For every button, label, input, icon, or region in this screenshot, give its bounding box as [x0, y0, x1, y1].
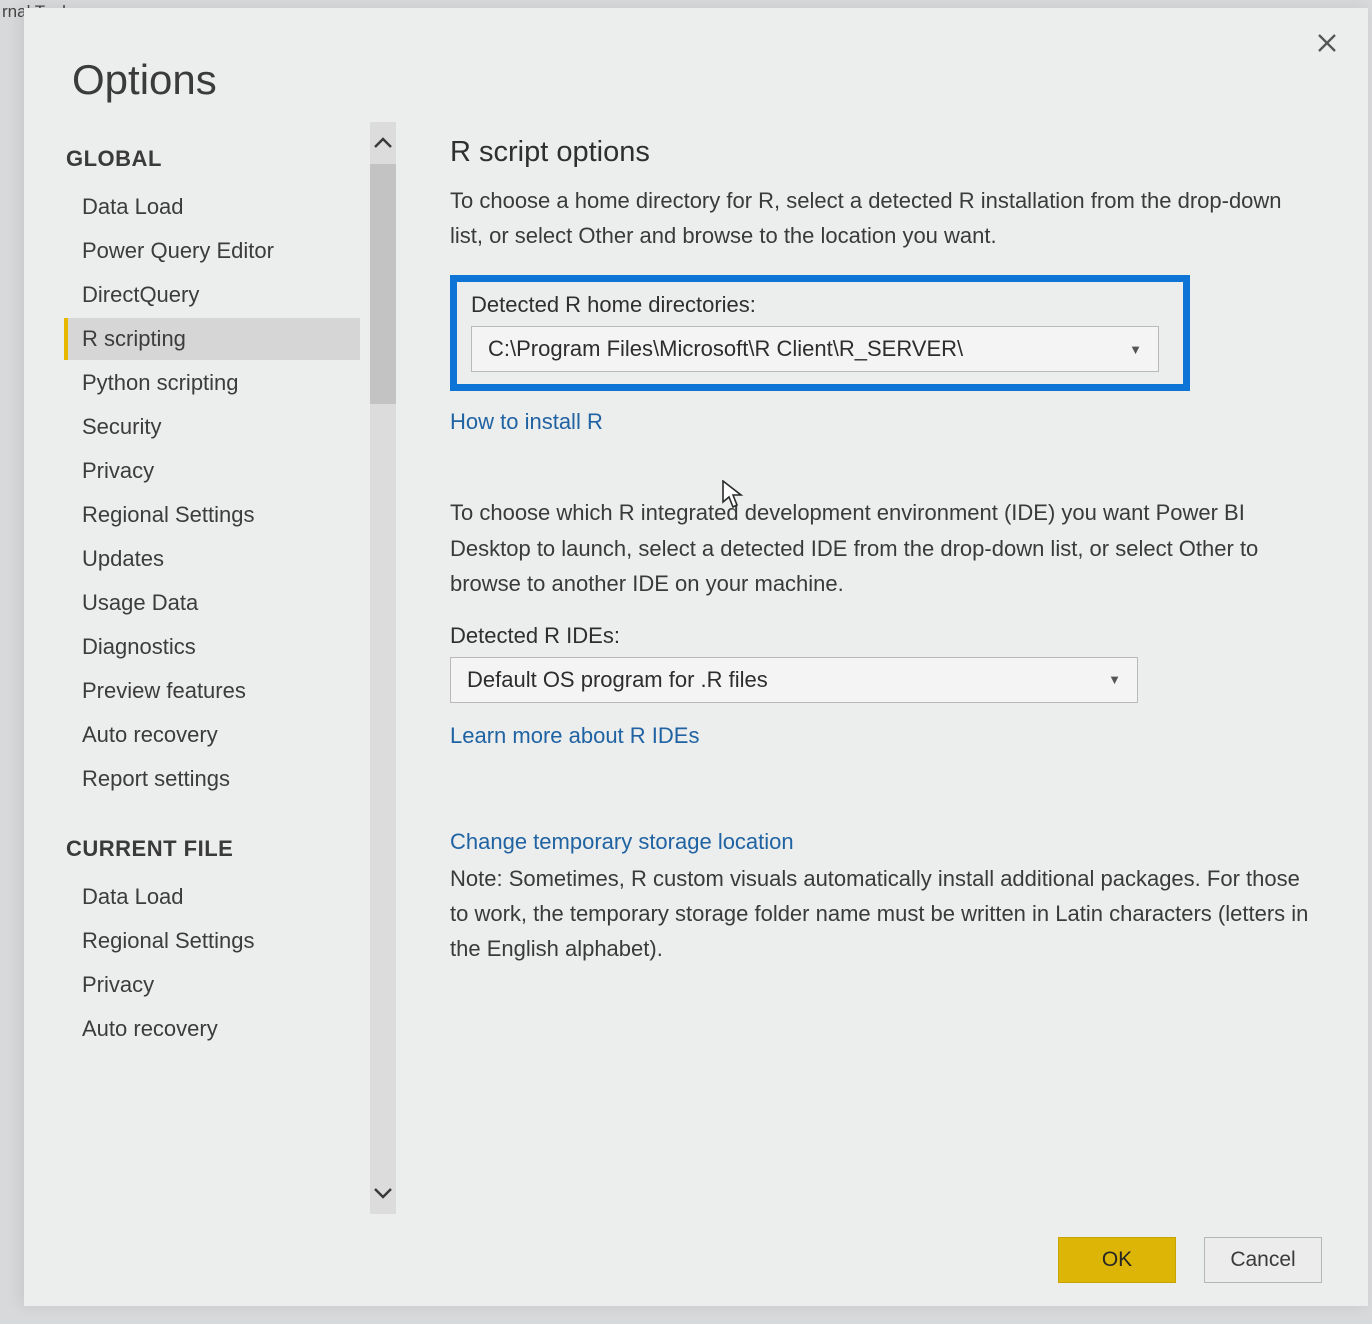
close-button[interactable] [1310, 26, 1344, 60]
sidebar-item-python-scripting[interactable]: Python scripting [64, 362, 360, 404]
sidebar-item-cf-data-load[interactable]: Data Load [64, 876, 360, 918]
storage-note-text: Note: Sometimes, R custom visuals automa… [450, 861, 1310, 967]
sidebar-item-updates[interactable]: Updates [64, 538, 360, 580]
r-ide-intro-text: To choose which R integrated development… [450, 495, 1310, 601]
sidebar: GLOBAL Data Load Power Query Editor Dire… [64, 122, 370, 1214]
dropdown-caret-icon: ▼ [1108, 672, 1121, 687]
sidebar-current-list: Data Load Regional Settings Privacy Auto… [64, 876, 360, 1050]
sidebar-item-report-settings[interactable]: Report settings [64, 758, 360, 800]
content-title: R script options [450, 136, 1310, 169]
sidebar-item-cf-privacy[interactable]: Privacy [64, 964, 360, 1006]
sidebar-global-list: Data Load Power Query Editor DirectQuery… [64, 186, 360, 800]
scroll-thumb[interactable] [370, 164, 396, 404]
sidebar-scrollbar[interactable] [370, 122, 396, 1214]
ok-button[interactable]: OK [1058, 1237, 1176, 1283]
chevron-up-icon [374, 137, 392, 149]
sidebar-heading-current-file: CURRENT FILE [66, 836, 360, 862]
r-home-value: C:\Program Files\Microsoft\R Client\R_SE… [488, 336, 963, 362]
sidebar-heading-global: GLOBAL [66, 146, 360, 172]
content-intro-text: To choose a home directory for R, select… [450, 183, 1310, 253]
sidebar-item-privacy[interactable]: Privacy [64, 450, 360, 492]
sidebar-column: GLOBAL Data Load Power Query Editor Dire… [64, 122, 396, 1214]
dialog-body: GLOBAL Data Load Power Query Editor Dire… [24, 122, 1368, 1214]
sidebar-item-cf-auto-recovery[interactable]: Auto recovery [64, 1008, 360, 1050]
sidebar-item-auto-recovery[interactable]: Auto recovery [64, 714, 360, 756]
close-icon [1317, 33, 1337, 53]
r-ide-value: Default OS program for .R files [467, 667, 768, 693]
sidebar-item-regional-settings[interactable]: Regional Settings [64, 494, 360, 536]
dialog-header: Options [24, 8, 1368, 122]
sidebar-item-data-load[interactable]: Data Load [64, 186, 360, 228]
options-dialog: Options GLOBAL Data Load Power Query Edi… [24, 8, 1368, 1306]
sidebar-item-cf-regional-settings[interactable]: Regional Settings [64, 920, 360, 962]
content-panel: R script options To choose a home direct… [396, 122, 1340, 1214]
sidebar-item-security[interactable]: Security [64, 406, 360, 448]
r-ide-select[interactable]: Default OS program for .R files ▼ [450, 657, 1138, 703]
cancel-button[interactable]: Cancel [1204, 1237, 1322, 1283]
sidebar-item-directquery[interactable]: DirectQuery [64, 274, 360, 316]
sidebar-item-r-scripting[interactable]: R scripting [64, 318, 360, 360]
change-storage-link[interactable]: Change temporary storage location [450, 829, 794, 855]
scroll-down-button[interactable] [370, 1172, 396, 1214]
install-r-link[interactable]: How to install R [450, 409, 603, 435]
sidebar-item-power-query-editor[interactable]: Power Query Editor [64, 230, 360, 272]
r-home-label: Detected R home directories: [471, 292, 1169, 318]
learn-r-ides-link[interactable]: Learn more about R IDEs [450, 723, 699, 749]
dialog-title: Options [72, 56, 1324, 104]
sidebar-item-preview-features[interactable]: Preview features [64, 670, 360, 712]
dropdown-caret-icon: ▼ [1129, 342, 1142, 357]
sidebar-item-diagnostics[interactable]: Diagnostics [64, 626, 360, 668]
r-home-select[interactable]: C:\Program Files\Microsoft\R Client\R_SE… [471, 326, 1159, 372]
r-ide-label: Detected R IDEs: [450, 623, 1310, 649]
r-home-highlight-box: Detected R home directories: C:\Program … [450, 275, 1190, 391]
scroll-up-button[interactable] [370, 122, 396, 164]
sidebar-item-usage-data[interactable]: Usage Data [64, 582, 360, 624]
chevron-down-icon [374, 1187, 392, 1199]
dialog-footer: OK Cancel [24, 1214, 1368, 1306]
